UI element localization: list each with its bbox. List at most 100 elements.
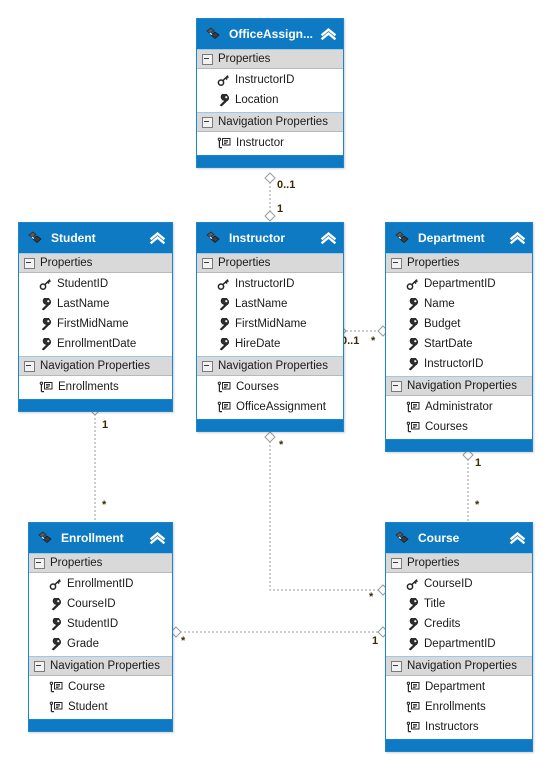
property-row[interactable]: StartDate — [386, 334, 532, 354]
section-header-properties-course[interactable]: Properties — [386, 553, 532, 573]
navigation-property-row[interactable]: Course — [29, 677, 172, 697]
multiplicity-enrollment-student: * — [102, 499, 107, 511]
section-header-properties-enrollment[interactable]: Properties — [29, 553, 172, 573]
chevron-double-up-icon[interactable] — [320, 26, 337, 42]
collapse-box-icon[interactable] — [202, 116, 213, 128]
entity-department[interactable]: Department Properties DepartmentID Name Budg… — [385, 222, 533, 452]
wrench-icon — [51, 637, 61, 650]
property-label: Name — [424, 298, 455, 310]
entity-header-officeassignment[interactable]: OfficeAssign... — [197, 19, 343, 49]
entity-enrollment[interactable]: Enrollment Properties EnrollmentID CourseID… — [28, 522, 173, 732]
collapse-box-icon[interactable] — [34, 660, 45, 672]
property-row[interactable]: InstructorID — [197, 70, 343, 90]
navigation-property-row[interactable]: Enrollments — [386, 697, 532, 717]
entity-instructor[interactable]: Instructor Properties InstructorID LastName… — [196, 222, 344, 432]
navigation-property-row[interactable]: Student — [29, 697, 172, 717]
navigation-property-row[interactable]: Department — [386, 677, 532, 697]
entity-header-course[interactable]: Course — [386, 523, 532, 553]
navigation-property-row[interactable]: Courses — [197, 377, 343, 397]
navigation-property-row[interactable]: Enrollments — [19, 377, 172, 397]
property-row[interactable]: Budget — [386, 314, 532, 334]
property-label: HireDate — [235, 338, 281, 350]
property-label: DepartmentID — [424, 638, 496, 650]
section-header-navigation-enrollment[interactable]: Navigation Properties — [29, 656, 172, 676]
collapse-box-icon[interactable] — [202, 257, 213, 269]
collapse-box-icon[interactable] — [202, 360, 213, 372]
chevron-double-up-icon[interactable] — [509, 530, 526, 546]
property-row[interactable]: FirstMidName — [19, 314, 172, 334]
collapse-box-icon[interactable] — [34, 557, 45, 569]
section-header-navigation-department[interactable]: Navigation Properties — [386, 376, 532, 396]
entity-footer-enrollment — [29, 719, 172, 731]
property-label: StudentID — [67, 618, 119, 630]
property-row[interactable]: LastName — [19, 294, 172, 314]
navigation-property-label: Student — [68, 701, 108, 713]
section-header-properties-officeassignment[interactable]: Properties — [197, 49, 343, 69]
multiplicity-course-instructor: * — [369, 591, 374, 603]
chevron-double-up-icon[interactable] — [149, 530, 166, 546]
navigation-property-row[interactable]: OfficeAssignment — [197, 397, 343, 417]
property-row[interactable]: Name — [386, 294, 532, 314]
diagram-canvas[interactable]: 0..1 1 0..1 * 1 * 1 * * * * 1 OfficeAssi… — [0, 0, 555, 771]
navigation-property-row[interactable]: Administrator — [386, 397, 532, 417]
collapse-box-icon[interactable] — [391, 257, 402, 269]
chevron-double-up-icon[interactable] — [509, 230, 526, 246]
property-row[interactable]: FirstMidName — [197, 314, 343, 334]
navigation-property-label: Instructors — [425, 721, 479, 733]
entity-header-department[interactable]: Department — [386, 223, 532, 253]
section-header-navigation-course[interactable]: Navigation Properties — [386, 656, 532, 676]
property-label: EnrollmentDate — [57, 338, 137, 350]
entity-header-student[interactable]: Student — [19, 223, 172, 253]
wrench-icon — [219, 337, 229, 350]
property-row[interactable]: InstructorID — [197, 274, 343, 294]
collapse-box-icon[interactable] — [391, 380, 402, 392]
section-header-properties-student[interactable]: Properties — [19, 253, 172, 273]
property-row[interactable]: CourseID — [29, 594, 172, 614]
section-header-navigation-instructor[interactable]: Navigation Properties — [197, 356, 343, 376]
multiplicity-department-course: 1 — [475, 457, 482, 469]
property-row[interactable]: DepartmentID — [386, 274, 532, 294]
entity-course[interactable]: Course Properties CourseID Title Credits Depa… — [385, 522, 533, 752]
navigation-property-row[interactable]: Courses — [386, 417, 532, 437]
section-header-properties-department[interactable]: Properties — [386, 253, 532, 273]
property-label: DepartmentID — [424, 278, 496, 290]
navigation-property-icon — [406, 421, 420, 432]
section-label-navigation: Navigation Properties — [407, 380, 517, 392]
property-row[interactable]: EnrollmentDate — [19, 334, 172, 354]
property-row[interactable]: InstructorID — [386, 354, 532, 374]
entity-student[interactable]: Student Properties StudentID LastName FirstM… — [18, 222, 173, 412]
navigation-property-row[interactable]: Instructors — [386, 717, 532, 737]
section-header-properties-instructor[interactable]: Properties — [197, 253, 343, 273]
wrench-icon — [219, 297, 229, 310]
property-row[interactable]: Title — [386, 594, 532, 614]
property-label: CourseID — [67, 598, 116, 610]
collapse-box-icon[interactable] — [24, 257, 35, 269]
property-row[interactable]: Credits — [386, 614, 532, 634]
navigation-property-row[interactable]: Instructor — [197, 133, 343, 153]
entity-officeassignment[interactable]: OfficeAssign... Properties InstructorID Loc… — [196, 18, 344, 168]
property-label: StartDate — [424, 338, 473, 350]
collapse-box-icon[interactable] — [391, 660, 402, 672]
property-row[interactable]: DepartmentID — [386, 634, 532, 654]
property-row[interactable]: StudentID — [19, 274, 172, 294]
multiplicity-student-enrollment: 1 — [102, 419, 109, 431]
collapse-box-icon[interactable] — [391, 557, 402, 569]
entity-header-instructor[interactable]: Instructor — [197, 223, 343, 253]
collapse-box-icon[interactable] — [24, 360, 35, 372]
navigation-property-label: Administrator — [425, 401, 493, 413]
entity-header-enrollment[interactable]: Enrollment — [29, 523, 172, 553]
property-row[interactable]: CourseID — [386, 574, 532, 594]
navigation-property-label: Courses — [236, 381, 279, 393]
property-row[interactable]: HireDate — [197, 334, 343, 354]
chevron-double-up-icon[interactable] — [149, 230, 166, 246]
entity-icon — [395, 531, 409, 544]
section-header-navigation-student[interactable]: Navigation Properties — [19, 356, 172, 376]
property-row[interactable]: LastName — [197, 294, 343, 314]
chevron-double-up-icon[interactable] — [320, 230, 337, 246]
property-row[interactable]: EnrollmentID — [29, 574, 172, 594]
section-header-navigation-officeassignment[interactable]: Navigation Properties — [197, 112, 343, 132]
collapse-box-icon[interactable] — [202, 53, 213, 65]
property-row[interactable]: StudentID — [29, 614, 172, 634]
property-row[interactable]: Grade — [29, 634, 172, 654]
property-row[interactable]: Location — [197, 90, 343, 110]
